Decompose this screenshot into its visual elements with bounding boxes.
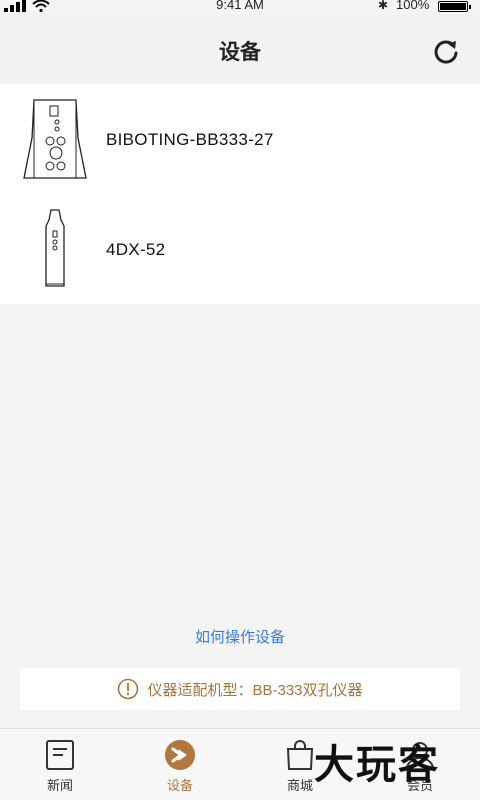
device-wand-icon — [45, 209, 65, 287]
tab-label: 新闻 — [46, 778, 73, 793]
status-bar: 9:41 AM ✱ 100% — [0, 0, 480, 14]
how-to-operate-link[interactable]: 如何操作设备 — [0, 626, 480, 647]
refresh-icon[interactable] — [432, 38, 460, 66]
device-item-4dx[interactable]: 4DX-52 — [0, 194, 480, 304]
watermark: 大玩客 — [314, 742, 440, 788]
device-item-biboting[interactable]: BIBOTING-BB333-27 — [0, 84, 480, 194]
page-title: 设备 — [219, 41, 261, 64]
battery-icon — [438, 1, 471, 12]
device-dual-hole-icon — [23, 99, 87, 179]
notice-text: 仪器适配机型：BB-333双孔仪器 — [147, 681, 363, 699]
compatibility-notice: 仪器适配机型：BB-333双孔仪器 — [20, 668, 460, 710]
device-name: 4DX-52 — [106, 240, 166, 259]
device-tab-icon — [165, 740, 195, 770]
battery-percent: 100% — [396, 0, 430, 12]
device-name: BIBOTING-BB333-27 — [106, 130, 274, 149]
tab-label: 设备 — [166, 778, 193, 793]
news-icon — [46, 740, 74, 770]
device-list: BIBOTING-BB333-27 4DX-52 — [0, 84, 480, 304]
bluetooth-icon: ✱ — [378, 0, 389, 12]
nav-bar: 设备 — [0, 14, 480, 84]
tab-news[interactable]: 新闻 — [0, 729, 120, 800]
tab-device[interactable]: 设备 — [120, 729, 240, 800]
info-circle-icon — [118, 678, 139, 700]
shopping-bag-icon — [286, 740, 314, 770]
